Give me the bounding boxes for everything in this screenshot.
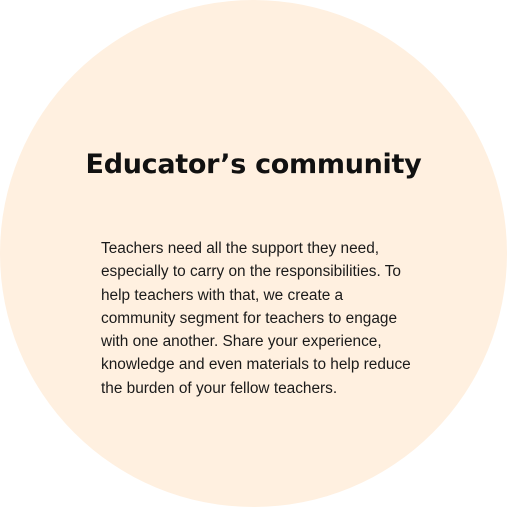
card-description: Teachers need all the support they need,… <box>101 240 411 397</box>
card-title: Educator’s community <box>85 149 422 180</box>
page: Educator’s community Teachers need all t… <box>0 0 507 507</box>
